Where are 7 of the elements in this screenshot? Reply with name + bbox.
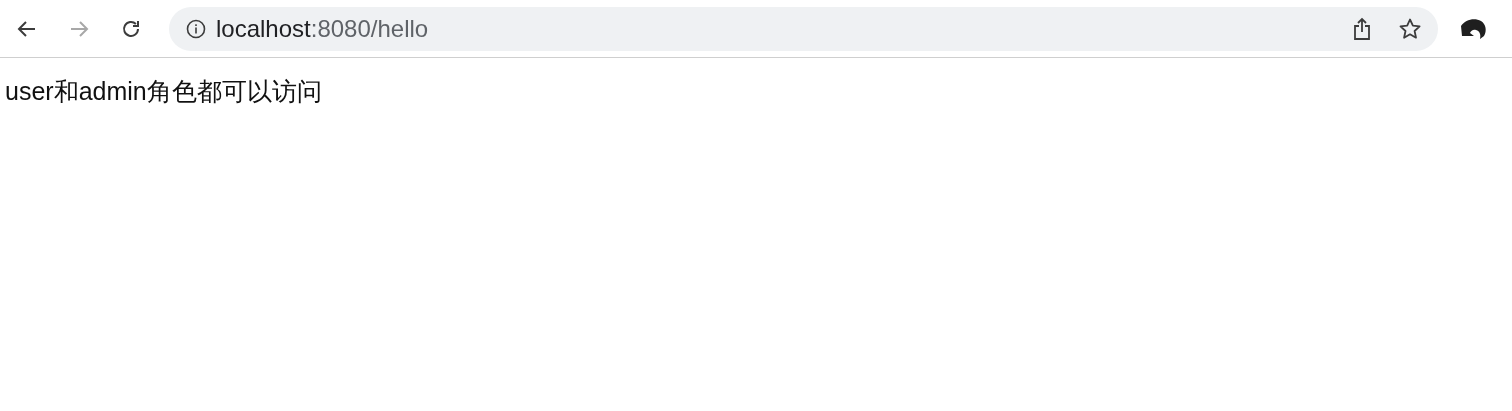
share-icon[interactable] [1352,16,1372,41]
address-bar[interactable]: localhost:8080/hello [169,6,1438,51]
info-icon[interactable] [186,18,206,39]
swirl-icon[interactable] [1460,16,1488,41]
star-icon[interactable] [1398,16,1422,41]
page-text: user和admin角色都可以访问 [5,76,323,107]
url-text: localhost:8080/hello [216,14,430,43]
